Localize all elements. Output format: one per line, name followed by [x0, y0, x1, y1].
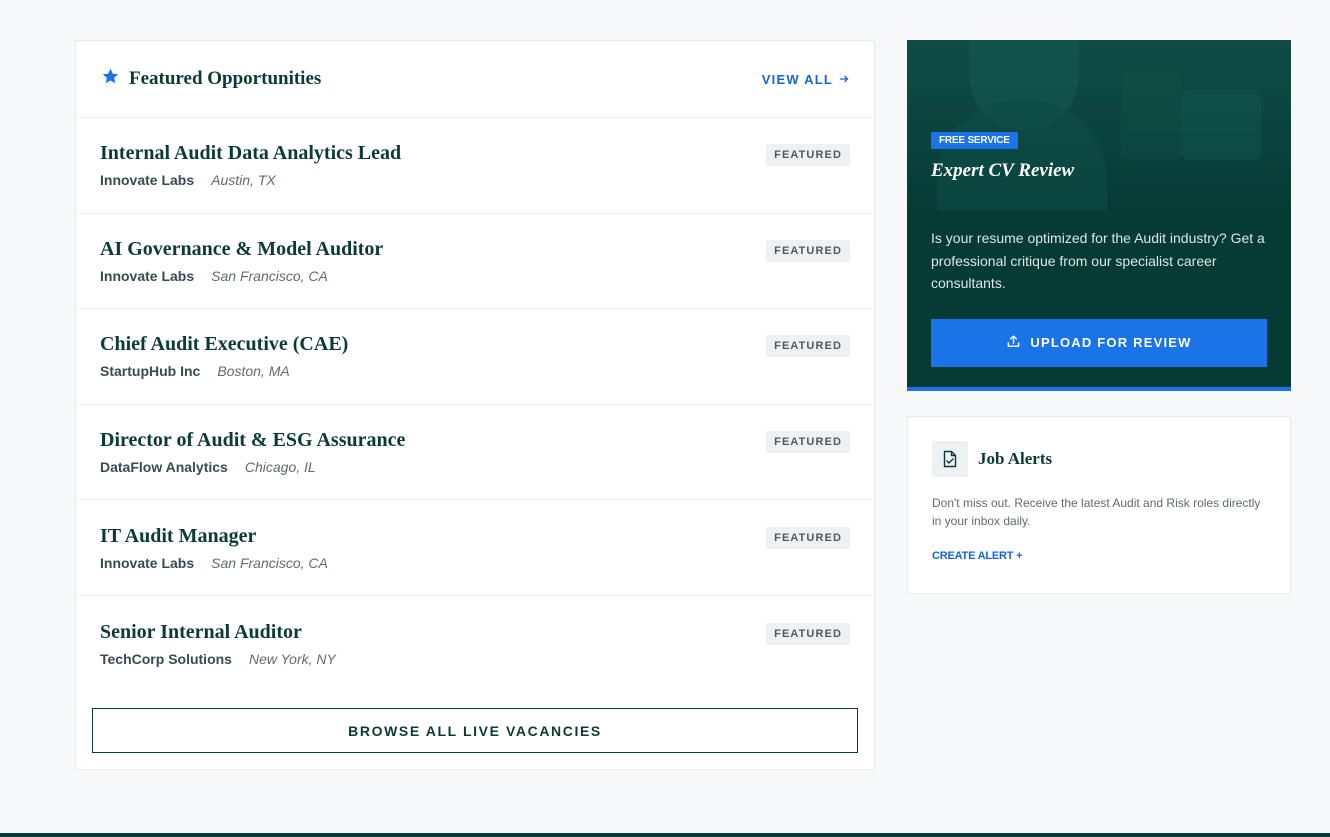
promo-description: Is your resume optimized for the Audit i… — [931, 230, 1265, 291]
job-alerts-header: Job Alerts — [932, 441, 1266, 477]
job-company: Innovate Labs — [100, 267, 195, 284]
job-list: Internal Audit Data Analytics Lead Innov… — [76, 118, 874, 692]
promo-content: FREE SERVICE Expert CV Review Is your re… — [931, 130, 1267, 367]
job-row[interactable]: Senior Internal Auditor TechCorp Solutio… — [76, 596, 874, 692]
job-info: IT Audit Manager Innovate Labs San Franc… — [100, 524, 328, 572]
job-location: New York, NY — [248, 650, 336, 667]
upload-button-label: UPLOAD FOR REVIEW — [1030, 335, 1192, 350]
job-title[interactable]: Chief Audit Executive (CAE) — [100, 332, 348, 356]
arrow-right-icon — [839, 72, 849, 87]
featured-opportunities-card: Featured Opportunities VIEW ALL Internal… — [75, 40, 875, 770]
job-company: StartupHub Inc — [100, 363, 201, 380]
job-meta: Innovate Labs San Francisco, CA — [100, 554, 328, 572]
job-row[interactable]: AI Governance & Model Auditor Innovate L… — [76, 214, 874, 310]
job-row[interactable]: Internal Audit Data Analytics Lead Innov… — [76, 118, 874, 214]
job-title[interactable]: Senior Internal Auditor — [100, 620, 336, 644]
job-meta: Innovate Labs San Francisco, CA — [100, 267, 383, 285]
job-company: DataFlow Analytics — [100, 459, 228, 476]
job-row[interactable]: Director of Audit & ESG Assurance DataFl… — [76, 405, 874, 501]
job-location: Boston, MA — [217, 363, 290, 380]
featured-title: Featured Opportunities — [129, 68, 322, 89]
featured-badge: FEATURED — [766, 239, 850, 262]
job-meta: TechCorp Solutions New York, NY — [100, 650, 336, 668]
create-alert-link[interactable]: CREATE ALERT + — [932, 550, 1266, 562]
star-icon — [101, 67, 120, 91]
featured-title-wrap: Featured Opportunities — [101, 67, 321, 91]
cv-review-promo: FREE SERVICE Expert CV Review Is your re… — [907, 40, 1291, 391]
featured-badge: FEATURED — [766, 144, 850, 167]
job-info: Senior Internal Auditor TechCorp Solutio… — [100, 620, 336, 668]
job-meta: StartupHub Inc Boston, MA — [100, 362, 348, 380]
job-title[interactable]: AI Governance & Model Auditor — [100, 237, 383, 261]
job-title[interactable]: IT Audit Manager — [100, 524, 328, 548]
browse-all-vacancies-button[interactable]: BROWSE ALL LIVE VACANCIES — [92, 708, 858, 753]
job-company: Innovate Labs — [100, 172, 195, 189]
upload-for-review-button[interactable]: UPLOAD FOR REVIEW — [931, 318, 1267, 367]
job-alerts-description: Don't miss out. Receive the latest Audit… — [932, 496, 1261, 528]
job-info: Internal Audit Data Analytics Lead Innov… — [100, 141, 401, 189]
job-alerts-title: Job Alerts — [978, 449, 1053, 468]
job-company: TechCorp Solutions — [100, 650, 232, 667]
job-info: Chief Audit Executive (CAE) StartupHub I… — [100, 332, 348, 380]
view-all-label: VIEW ALL — [761, 71, 833, 87]
featured-badge: FEATURED — [766, 526, 850, 549]
job-info: AI Governance & Model Auditor Innovate L… — [100, 237, 383, 285]
free-service-badge: FREE SERVICE — [931, 132, 1018, 149]
file-check-icon — [932, 441, 968, 477]
featured-header: Featured Opportunities VIEW ALL — [76, 41, 874, 118]
job-row[interactable]: IT Audit Manager Innovate Labs San Franc… — [76, 500, 874, 596]
featured-badge: FEATURED — [766, 622, 850, 645]
job-alerts-card: Job Alerts Don't miss out. Receive the l… — [907, 416, 1291, 594]
upload-icon — [1006, 334, 1021, 352]
job-meta: Innovate Labs Austin, TX — [100, 171, 401, 189]
job-row[interactable]: Chief Audit Executive (CAE) StartupHub I… — [76, 309, 874, 405]
job-company: Innovate Labs — [100, 554, 195, 571]
job-title[interactable]: Director of Audit & ESG Assurance — [100, 428, 405, 452]
view-all-link[interactable]: VIEW ALL — [762, 72, 849, 87]
job-location: San Francisco, CA — [211, 267, 328, 284]
job-meta: DataFlow Analytics Chicago, IL — [100, 458, 405, 476]
job-title[interactable]: Internal Audit Data Analytics Lead — [100, 141, 401, 165]
job-info: Director of Audit & ESG Assurance DataFl… — [100, 428, 405, 476]
promo-title: Expert CV Review — [931, 160, 1075, 181]
job-location: Austin, TX — [211, 172, 276, 189]
featured-badge: FEATURED — [766, 335, 850, 358]
featured-badge: FEATURED — [766, 431, 850, 454]
browse-wrap: BROWSE ALL LIVE VACANCIES — [92, 708, 858, 753]
job-location: San Francisco, CA — [211, 554, 328, 571]
job-location: Chicago, IL — [244, 459, 316, 476]
footer-bar — [0, 833, 1330, 837]
